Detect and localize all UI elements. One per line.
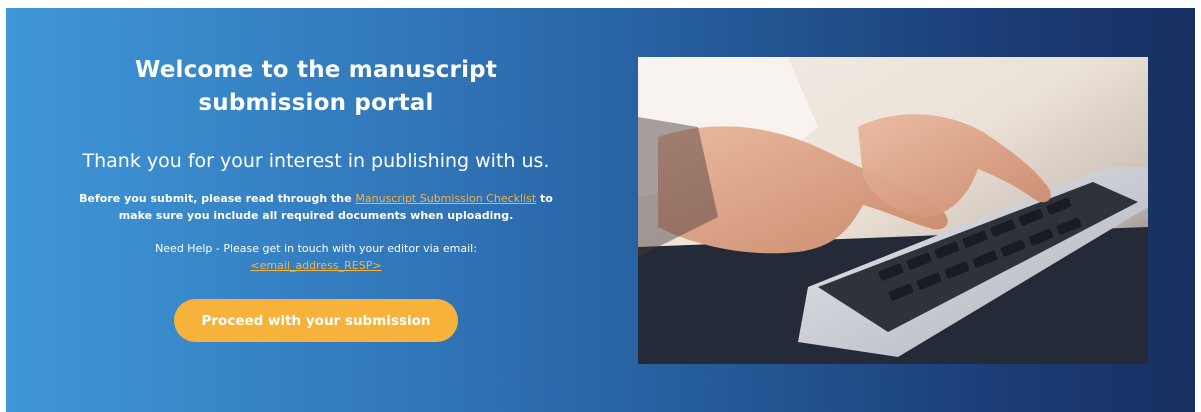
page-title: Welcome to the manuscript submission por… [134, 57, 498, 116]
hero-subtitle: Thank you for your interest in publishin… [82, 150, 550, 172]
hero-banner: Welcome to the manuscript submission por… [6, 8, 1195, 412]
laptop-typing-photo [638, 57, 1148, 364]
laptop-typing-illustration [638, 57, 1148, 364]
help-text: Need Help - Please get in touch with you… [66, 240, 566, 274]
checklist-instructions: Before you submit, please read through t… [66, 190, 566, 224]
help-label: Need Help - Please get in touch with you… [155, 242, 477, 255]
editor-email-link[interactable]: <email_address_RESP> [250, 259, 381, 273]
checklist-link[interactable]: Manuscript Submission Checklist [355, 192, 536, 205]
hero-content: Welcome to the manuscript submission por… [66, 54, 566, 342]
proceed-submission-button[interactable]: Proceed with your submission [174, 299, 458, 342]
checklist-prefix: Before you submit, please read through t… [79, 192, 356, 205]
